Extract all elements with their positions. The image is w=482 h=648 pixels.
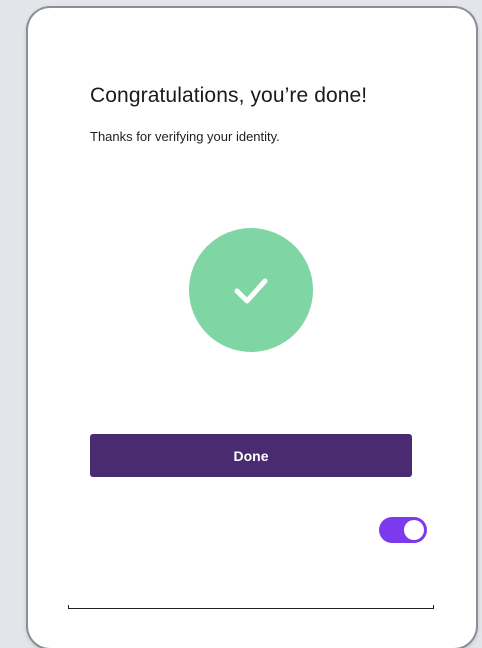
done-button[interactable]: Done: [90, 434, 412, 477]
dialog-title: Congratulations, you’re done!: [90, 84, 368, 107]
bottom-divider: [68, 605, 434, 609]
dialog-subtitle: Thanks for verifying your identity.: [90, 129, 280, 144]
success-badge: [189, 228, 313, 352]
toggle-knob: [404, 520, 424, 540]
toggle-switch[interactable]: [379, 517, 427, 543]
check-icon: [234, 278, 268, 304]
verification-complete-dialog: Congratulations, you’re done! Thanks for…: [28, 8, 476, 648]
